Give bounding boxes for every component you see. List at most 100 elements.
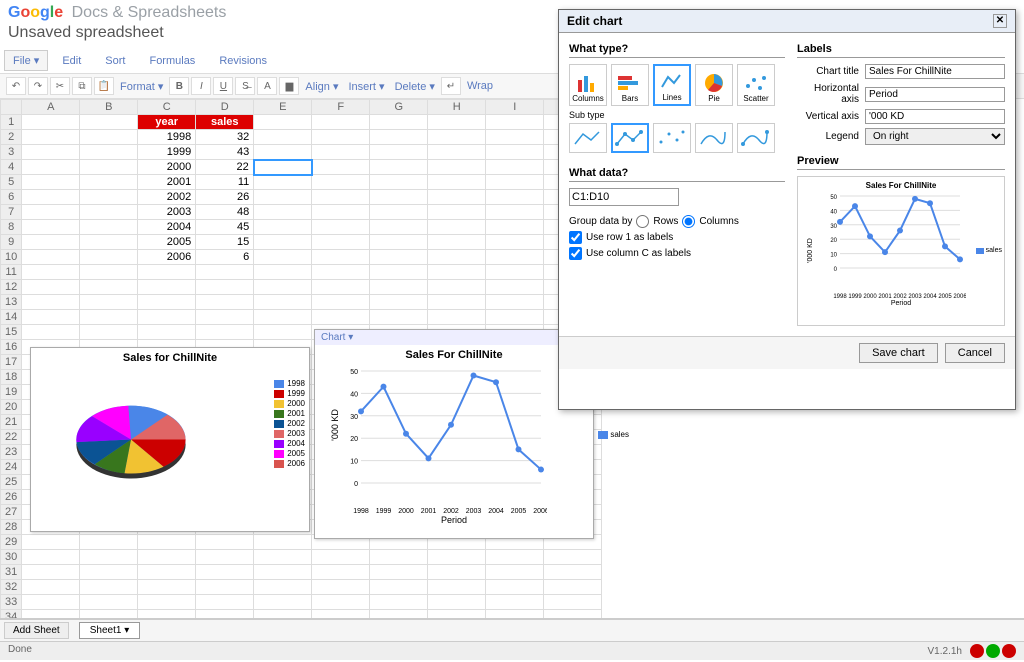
menu-revisions[interactable]: Revisions	[209, 52, 277, 70]
insert-menu[interactable]: Insert ▾	[344, 80, 388, 93]
cancel-button[interactable]: Cancel	[945, 343, 1005, 363]
use-row1-label: Use row 1 as labels	[586, 232, 673, 243]
copy-icon[interactable]: ⧉	[72, 77, 92, 95]
redo-icon[interactable]: ↷	[28, 77, 48, 95]
italic-icon[interactable]: I	[191, 77, 211, 95]
status-dot-icon	[970, 644, 984, 658]
svg-text:10: 10	[350, 459, 358, 466]
menu-sort[interactable]: Sort	[95, 52, 135, 70]
pie-chart-title: Sales for ChillNite	[31, 348, 309, 368]
version-label: V1.2.1h	[928, 646, 962, 657]
cut-icon[interactable]: ✂	[50, 77, 70, 95]
svg-text:2003: 2003	[466, 508, 482, 515]
edit-chart-dialog: Edit chart ✕ What type? Columns Bars Lin…	[558, 9, 1016, 410]
type-pie[interactable]: Pie	[695, 64, 733, 106]
type-scatter[interactable]: Scatter	[737, 64, 775, 106]
menu-edit[interactable]: Edit	[52, 52, 91, 70]
svg-text:2006: 2006	[533, 508, 547, 515]
what-type-label: What type?	[569, 43, 785, 58]
close-icon[interactable]: ✕	[993, 14, 1007, 28]
haxis-label: Horizontal axis	[797, 83, 859, 105]
format-menu[interactable]: Format ▾	[116, 80, 167, 93]
svg-text:50: 50	[830, 195, 837, 201]
svg-text:2004: 2004	[923, 294, 937, 300]
type-columns[interactable]: Columns	[569, 64, 607, 106]
use-colc-label: Use column C as labels	[586, 248, 691, 259]
subtype-3[interactable]	[653, 123, 691, 153]
embedded-pie-chart[interactable]: Sales for ChillNite 19981999200020012002…	[30, 347, 310, 532]
type-bars[interactable]: Bars	[611, 64, 649, 106]
svg-text:2005: 2005	[511, 508, 527, 515]
group-cols-radio[interactable]	[682, 215, 695, 228]
svg-text:2002: 2002	[443, 508, 459, 515]
undo-icon[interactable]: ↶	[6, 77, 26, 95]
wrap-icon[interactable]: ↵	[441, 77, 461, 95]
svg-text:0: 0	[354, 481, 358, 488]
subtype-5[interactable]	[737, 123, 775, 153]
chart-dropdown[interactable]: Chart ▾	[315, 330, 593, 345]
svg-text:1999: 1999	[376, 508, 392, 515]
svg-text:2000: 2000	[398, 508, 414, 515]
haxis-input[interactable]	[865, 87, 1005, 102]
group-rows-radio[interactable]	[636, 215, 649, 228]
svg-text:40: 40	[350, 391, 358, 398]
line-ylabel: '000 KD	[330, 409, 340, 441]
status-icons	[970, 644, 1016, 658]
pie-chart-svg	[51, 368, 211, 498]
status-dot-icon	[986, 644, 1000, 658]
menu-formulas[interactable]: Formulas	[139, 52, 205, 70]
vaxis-label: Vertical axis	[797, 111, 859, 122]
type-lines[interactable]: Lines	[653, 64, 691, 106]
labels-section: Labels	[797, 43, 1005, 58]
subtype-4[interactable]	[695, 123, 733, 153]
preview-section: Preview	[797, 155, 1005, 170]
wrap-label: Wrap	[463, 80, 497, 92]
svg-text:40: 40	[830, 209, 837, 215]
svg-text:1998: 1998	[833, 294, 847, 300]
dialog-titlebar[interactable]: Edit chart ✕	[559, 10, 1015, 33]
subtype-2[interactable]	[611, 123, 649, 153]
svg-text:10: 10	[830, 253, 837, 259]
use-row1-checkbox[interactable]	[569, 231, 582, 244]
svg-text:20: 20	[350, 436, 358, 443]
vaxis-input[interactable]	[865, 109, 1005, 124]
svg-text:20: 20	[830, 238, 837, 244]
svg-text:2005: 2005	[938, 294, 952, 300]
line-xlabel: Period	[315, 515, 593, 525]
what-data-label: What data?	[569, 167, 785, 182]
status-bar: Done V1.2.1h	[0, 641, 1024, 660]
subtype-row	[569, 123, 785, 153]
text-color-icon[interactable]: A	[257, 77, 277, 95]
paste-icon[interactable]: 📋	[94, 77, 114, 95]
save-chart-button[interactable]: Save chart	[859, 343, 938, 363]
underline-icon[interactable]: U	[213, 77, 233, 95]
align-menu[interactable]: Align ▾	[301, 80, 342, 93]
svg-text:2000: 2000	[863, 294, 877, 300]
file-menu[interactable]: File ▾	[4, 50, 48, 71]
embedded-line-chart[interactable]: Chart ▾ Sales For ChillNite 010203040501…	[314, 329, 594, 539]
bold-icon[interactable]: B	[169, 77, 189, 95]
chart-title-input[interactable]	[865, 64, 1005, 79]
legend-label: Legend	[797, 131, 859, 142]
pie-legend: 199819992000200120022003200420052006	[274, 378, 305, 469]
sheet-tab-1[interactable]: Sheet1 ▾	[79, 622, 141, 639]
status-dot-icon	[1002, 644, 1016, 658]
svg-text:2006: 2006	[953, 294, 966, 300]
strike-icon[interactable]: S̶	[235, 77, 255, 95]
svg-text:30: 30	[350, 414, 358, 421]
subtype-1[interactable]	[569, 123, 607, 153]
fill-color-icon[interactable]: ▆	[279, 77, 299, 95]
dialog-title-text: Edit chart	[567, 14, 622, 28]
add-sheet-button[interactable]: Add Sheet	[4, 622, 69, 639]
svg-text:50: 50	[350, 369, 358, 376]
chart-title-label: Chart title	[797, 66, 859, 77]
data-range-input[interactable]	[569, 188, 679, 206]
line-chart-svg: 0102030405019981999200020012002200320042…	[337, 365, 547, 515]
delete-menu[interactable]: Delete ▾	[391, 80, 439, 93]
svg-text:0: 0	[834, 267, 838, 273]
legend-select[interactable]: On right	[865, 128, 1005, 145]
dialog-footer: Save chart Cancel	[559, 336, 1015, 369]
chart-type-row: Columns Bars Lines Pie Scatter	[569, 64, 785, 106]
line-legend: sales	[598, 430, 629, 439]
use-colc-checkbox[interactable]	[569, 247, 582, 260]
